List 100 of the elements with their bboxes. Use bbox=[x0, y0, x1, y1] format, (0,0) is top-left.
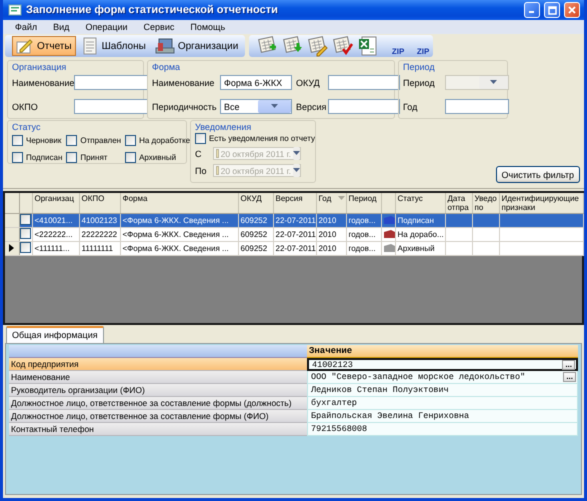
checkbox-label: На доработке bbox=[139, 136, 190, 145]
column-header[interactable]: Статус bbox=[395, 193, 445, 213]
ellipsis-button[interactable]: ... bbox=[563, 372, 576, 382]
property-name[interactable]: Должностное лицо, ответственное за составление формы (должность) bbox=[9, 397, 307, 410]
spreadsheet-icon bbox=[357, 35, 380, 57]
checkbox-label: Есть уведомления по отчету bbox=[209, 134, 315, 143]
close-button[interactable] bbox=[564, 2, 580, 18]
column-header[interactable]: Период bbox=[346, 193, 381, 213]
table-cell: На дорабо... bbox=[395, 227, 445, 241]
field-label: Наименование bbox=[152, 78, 216, 88]
text-field[interactable] bbox=[445, 99, 509, 114]
table-cell: 2010 bbox=[316, 213, 346, 227]
field-label: Год bbox=[403, 102, 418, 112]
field-label: ОКУД bbox=[296, 78, 321, 88]
table-cell: 609252 bbox=[238, 213, 273, 227]
table-cell: годов... bbox=[346, 227, 381, 241]
document-icon bbox=[80, 37, 99, 55]
tab[interactable]: Общая информация bbox=[6, 326, 104, 343]
checkbox-label: Архивный bbox=[139, 153, 176, 162]
property-value-field[interactable]: 41002123 ... bbox=[307, 358, 578, 371]
table-cell: годов... bbox=[346, 241, 381, 255]
dropdown[interactable]: Все bbox=[220, 99, 292, 114]
minimize-button[interactable] bbox=[524, 2, 540, 18]
property-value-field[interactable]: бухгалтер bbox=[307, 397, 578, 410]
window-title: Заполнение форм статистической отчетности bbox=[26, 4, 279, 16]
column-header[interactable]: Организац bbox=[32, 193, 79, 213]
checkbox[interactable] bbox=[66, 152, 78, 163]
clear-filter-button[interactable]: Очистить фильтр bbox=[496, 166, 580, 183]
property-name[interactable]: Контактный телефон bbox=[9, 423, 307, 436]
checkbox-label: Принят bbox=[80, 153, 108, 162]
table-cell: Подписан bbox=[395, 213, 445, 227]
column-header bbox=[19, 193, 32, 213]
property-name[interactable]: Должностное лицо, ответственное за составление формы (ФИО) bbox=[9, 410, 307, 423]
field-label: С bbox=[195, 148, 202, 158]
row-checkbox[interactable] bbox=[20, 228, 31, 238]
text-field[interactable] bbox=[74, 75, 148, 90]
table-cell: <Форма 6-ЖКХ. Сведения ... bbox=[120, 227, 238, 241]
toolbar-button[interactable] bbox=[306, 35, 330, 57]
checkbox[interactable] bbox=[195, 133, 206, 144]
column-header[interactable]: Уведо по bbox=[472, 193, 499, 213]
checkbox[interactable] bbox=[125, 135, 136, 146]
property-value-field[interactable]: 79215568008 bbox=[307, 423, 578, 436]
table-cell: 609252 bbox=[238, 241, 273, 255]
menu-item[interactable]: Помощь bbox=[182, 22, 234, 32]
field-label: ОКПО bbox=[12, 102, 39, 112]
text-field[interactable]: Форма 6-ЖКХ bbox=[220, 75, 292, 90]
property-name[interactable]: Руководитель организации (ФИО) bbox=[9, 384, 307, 397]
toolbar-button[interactable]: ZIP bbox=[406, 35, 430, 57]
toolbar-button[interactable]: Шаблоны bbox=[76, 36, 150, 56]
property-name[interactable]: Наименование bbox=[9, 371, 307, 384]
table-cell: 2010 bbox=[316, 241, 346, 255]
property-value-field[interactable]: ООО "Северо-западное морское ледокольство" ... bbox=[307, 371, 578, 384]
column-header[interactable]: Версия bbox=[273, 193, 316, 213]
field-label: Периодичность bbox=[152, 102, 216, 112]
column-header bbox=[381, 193, 395, 213]
menu-item[interactable]: Вид bbox=[45, 22, 78, 32]
column-header[interactable]: Дата отпра bbox=[445, 193, 472, 213]
toolbar-button[interactable]: Отчеты bbox=[12, 36, 76, 56]
property-value-field[interactable]: Ледников Степан Полуэктович bbox=[307, 384, 578, 397]
toolbar-button[interactable]: ZIP bbox=[381, 35, 406, 57]
toolbar-button[interactable]: Организации bbox=[150, 36, 242, 56]
checkbox[interactable] bbox=[125, 152, 136, 163]
checkbox[interactable] bbox=[12, 135, 23, 146]
computer-icon bbox=[154, 37, 175, 55]
property-name[interactable]: Код предприятия bbox=[9, 358, 307, 371]
column-header[interactable]: Форма bbox=[120, 193, 238, 213]
row-checkbox[interactable] bbox=[20, 214, 31, 224]
column-header[interactable]: Идентифицирующие признаки bbox=[499, 193, 584, 213]
column-header[interactable]: ОКПО bbox=[79, 193, 120, 213]
column-header[interactable]: ОКУД bbox=[238, 193, 273, 213]
dropdown-arrow-icon bbox=[490, 80, 497, 85]
table-cell: <Форма 6-ЖКХ. Сведения ... bbox=[120, 241, 238, 255]
group-title: Форма bbox=[152, 62, 182, 73]
app-icon bbox=[8, 4, 22, 16]
text-field[interactable] bbox=[328, 99, 400, 114]
checkbox[interactable] bbox=[12, 152, 23, 163]
ellipsis-button[interactable]: ... bbox=[562, 360, 575, 370]
menu-item[interactable]: Операции bbox=[77, 22, 136, 32]
row-checkbox[interactable] bbox=[20, 242, 31, 252]
menu-item[interactable]: Сервис bbox=[136, 22, 182, 32]
column-header[interactable]: Год bbox=[316, 193, 346, 213]
property-value-field[interactable]: Брайпольская Эвелина Генриховна bbox=[307, 410, 578, 423]
sort-arrow-icon bbox=[338, 196, 344, 201]
text-field[interactable] bbox=[328, 75, 400, 90]
row-header[interactable] bbox=[5, 241, 19, 255]
column-header: Значение bbox=[307, 345, 578, 358]
document-icon bbox=[332, 35, 354, 57]
group-title: Организация bbox=[12, 62, 68, 73]
table-cell: 2010 bbox=[316, 227, 346, 241]
maximize-button[interactable] bbox=[544, 2, 560, 18]
toolbar-button[interactable] bbox=[331, 35, 356, 57]
table-cell: <Форма 6-ЖКХ. Сведения ... bbox=[120, 213, 238, 227]
table-cell: 11111111 bbox=[79, 241, 120, 255]
menu-item[interactable]: Файл bbox=[7, 22, 46, 32]
checkbox[interactable] bbox=[66, 135, 78, 146]
close-icon bbox=[568, 6, 576, 14]
text-field[interactable] bbox=[74, 99, 148, 114]
group-title: Статус bbox=[12, 122, 42, 133]
group-title: Период bbox=[403, 62, 436, 73]
column-header bbox=[5, 193, 19, 213]
